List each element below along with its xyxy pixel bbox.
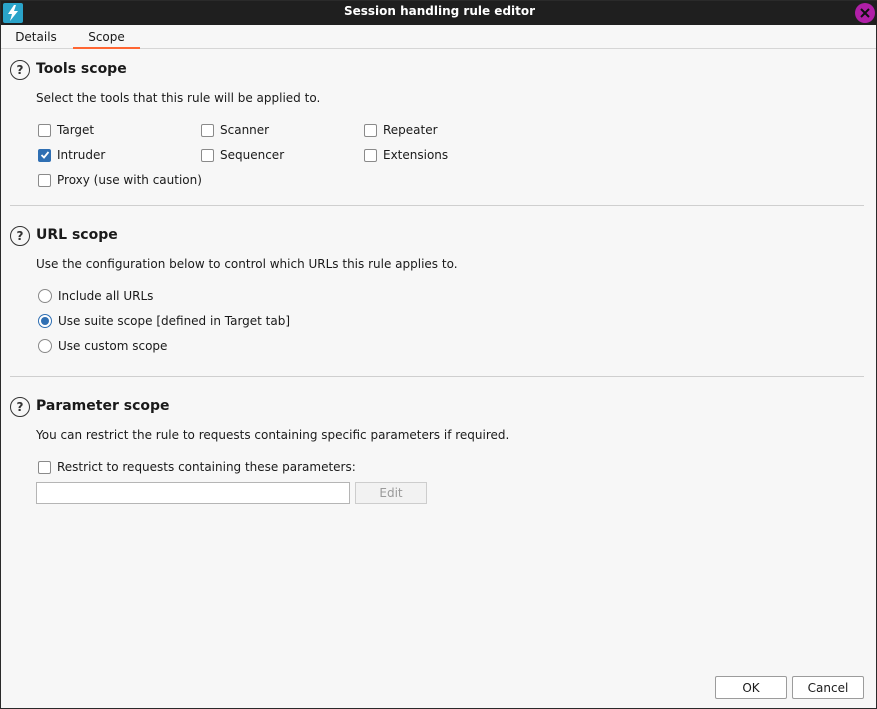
checkbox-box[interactable] bbox=[201, 123, 214, 137]
tab-details[interactable]: Details bbox=[7, 25, 65, 49]
tool-checkbox-repeater[interactable]: Repeater bbox=[364, 121, 438, 139]
checkbox-box[interactable] bbox=[38, 173, 51, 187]
window-title: Session handling rule editor bbox=[343, 4, 536, 18]
checkbox-label: Sequencer bbox=[220, 148, 285, 162]
checkbox-box[interactable] bbox=[38, 460, 51, 474]
parameters-field[interactable] bbox=[36, 482, 350, 504]
help-icon[interactable]: ? bbox=[10, 226, 30, 246]
section-divider bbox=[10, 205, 864, 206]
checkmark-icon bbox=[40, 151, 49, 159]
parameter-scope-title: Parameter scope bbox=[36, 398, 170, 414]
section-divider bbox=[10, 376, 864, 377]
url-radio-include-all[interactable]: Include all URLs bbox=[38, 287, 153, 305]
checkbox-label: Restrict to requests containing these pa… bbox=[57, 460, 356, 474]
session-rule-editor-window: Session handling rule editor Details Sco… bbox=[0, 0, 877, 709]
checkbox-label: Intruder bbox=[57, 148, 106, 162]
tools-scope-description: Select the tools that this rule will be … bbox=[36, 91, 321, 105]
tab-scope[interactable]: Scope bbox=[73, 25, 140, 49]
parameter-scope-description: You can restrict the rule to requests co… bbox=[36, 428, 510, 442]
tool-checkbox-extensions[interactable]: Extensions bbox=[364, 146, 448, 164]
radio-button[interactable] bbox=[38, 339, 52, 353]
tool-checkbox-scanner[interactable]: Scanner bbox=[201, 121, 269, 139]
tool-checkbox-intruder[interactable]: Intruder bbox=[38, 146, 105, 164]
tab-bar: Details Scope bbox=[1, 25, 876, 49]
checkbox-label: Repeater bbox=[383, 123, 438, 137]
edit-button[interactable]: Edit bbox=[355, 482, 427, 504]
tool-checkbox-proxy[interactable]: Proxy (use with caution) bbox=[38, 171, 202, 189]
checkbox-label: Proxy (use with caution) bbox=[57, 173, 202, 187]
radio-button[interactable] bbox=[38, 289, 52, 303]
checkbox-label: Extensions bbox=[383, 148, 449, 162]
close-icon[interactable] bbox=[855, 3, 875, 23]
url-scope-description: Use the configuration below to control w… bbox=[36, 257, 458, 271]
checkbox-box[interactable] bbox=[364, 148, 377, 162]
title-bar: Session handling rule editor bbox=[1, 1, 877, 25]
help-icon[interactable]: ? bbox=[10, 397, 30, 417]
radio-button[interactable] bbox=[38, 314, 52, 328]
help-icon[interactable]: ? bbox=[10, 60, 30, 80]
tool-checkbox-target[interactable]: Target bbox=[38, 121, 94, 139]
tool-checkbox-sequencer[interactable]: Sequencer bbox=[201, 146, 284, 164]
ok-button[interactable]: OK bbox=[715, 676, 787, 699]
restrict-parameters-checkbox[interactable]: Restrict to requests containing these pa… bbox=[38, 458, 356, 476]
radio-label: Use custom scope bbox=[58, 339, 168, 353]
radio-label: Use suite scope [defined in Target tab] bbox=[58, 314, 291, 328]
checkbox-box[interactable] bbox=[38, 123, 51, 137]
cancel-button[interactable]: Cancel bbox=[792, 676, 864, 699]
checkbox-label: Scanner bbox=[220, 123, 270, 137]
checkbox-label: Target bbox=[57, 123, 95, 137]
radio-label: Include all URLs bbox=[58, 289, 154, 303]
checkbox-box[interactable] bbox=[201, 148, 214, 162]
tools-scope-title: Tools scope bbox=[36, 61, 127, 77]
url-scope-title: URL scope bbox=[36, 227, 118, 243]
checkbox-box[interactable] bbox=[364, 123, 377, 137]
url-radio-custom-scope[interactable]: Use custom scope bbox=[38, 337, 167, 355]
checkbox-box[interactable] bbox=[38, 148, 51, 162]
url-radio-suite-scope[interactable]: Use suite scope [defined in Target tab] bbox=[38, 312, 290, 330]
